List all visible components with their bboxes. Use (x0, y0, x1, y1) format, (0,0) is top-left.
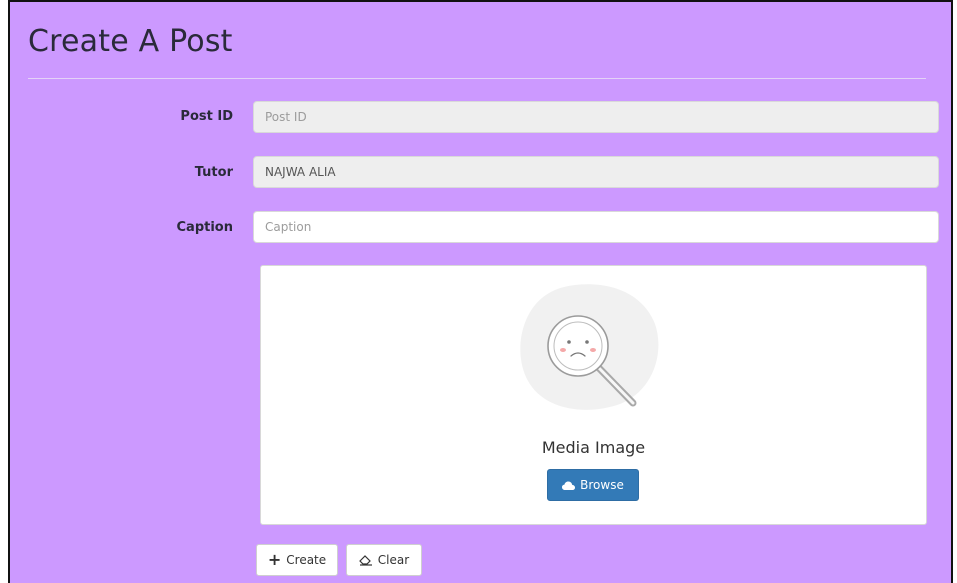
media-image-label: Media Image (541, 438, 646, 457)
browse-button[interactable]: Browse (547, 469, 639, 501)
caption-label: Caption (176, 220, 233, 235)
browse-label: Browse (580, 478, 624, 492)
clear-button[interactable]: Clear (346, 544, 422, 576)
tutor-label: Tutor (194, 165, 233, 180)
tutor-input[interactable] (253, 156, 939, 188)
clear-label: Clear (377, 553, 410, 567)
no-image-magnifier-icon (520, 284, 659, 410)
caption-input[interactable] (253, 211, 939, 243)
media-upload-box: Media Image Browse (260, 265, 927, 525)
create-button[interactable]: + Create (256, 544, 338, 576)
plus-icon: + (267, 550, 282, 569)
page-title: Create A Post (28, 24, 233, 59)
create-label: Create (286, 553, 327, 567)
post-id-label: Post ID (180, 109, 233, 124)
post-id-input[interactable] (253, 101, 939, 133)
create-post-panel: Create A Post Post ID Tutor Caption Medi… (8, 0, 953, 583)
eraser-icon (358, 555, 372, 566)
cloud-icon (562, 481, 576, 490)
title-divider (28, 78, 926, 79)
